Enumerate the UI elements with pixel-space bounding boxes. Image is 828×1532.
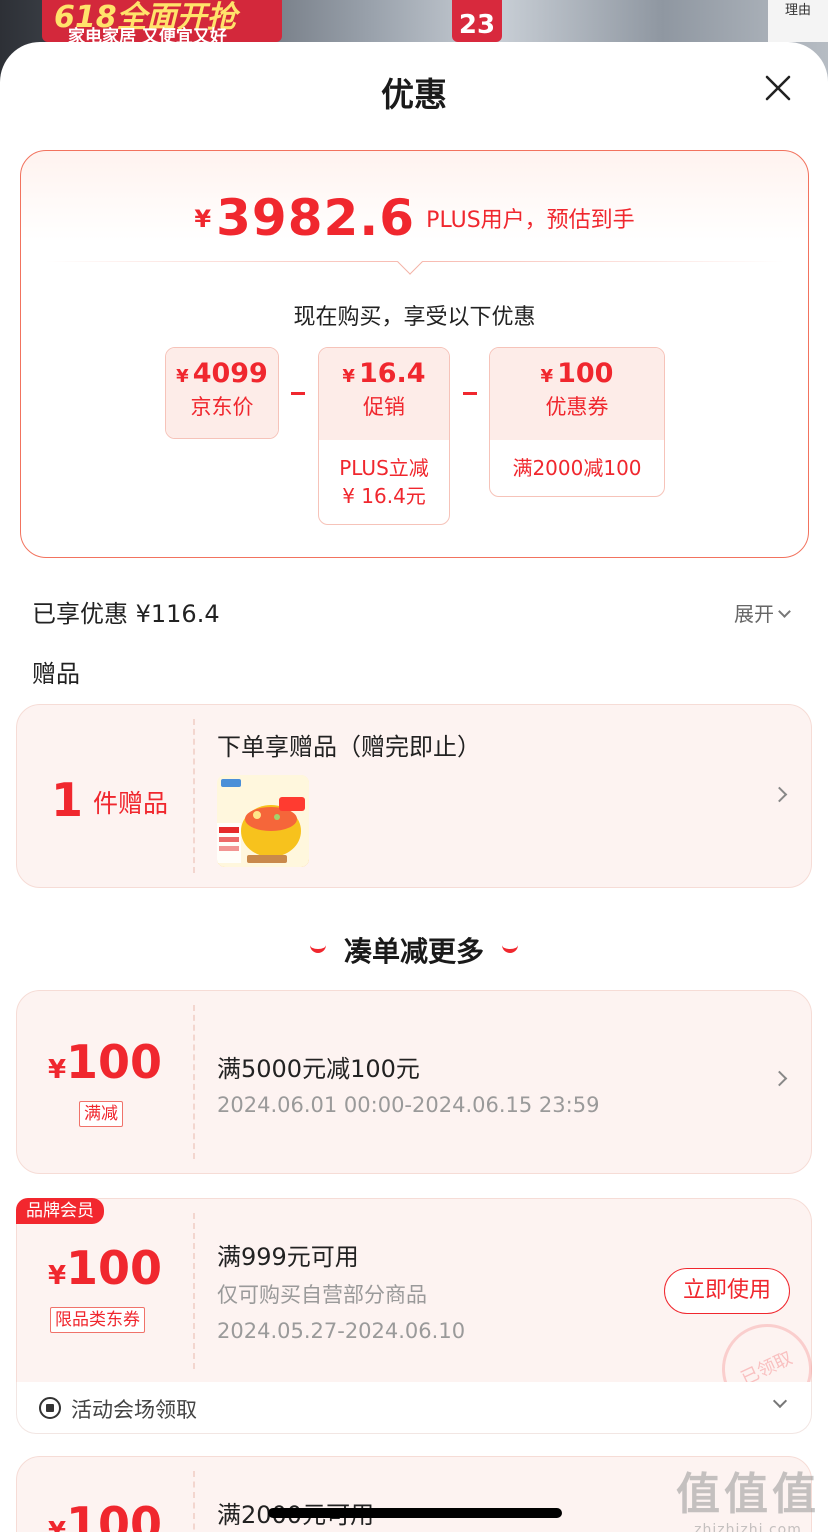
chip-value: 16.4: [358, 358, 426, 389]
gift-heading: 赠品: [32, 660, 80, 688]
close-icon: [765, 75, 791, 101]
price-note: PLUS用户，预估到手: [426, 208, 635, 233]
estimated-price: ¥ 3982.6 PLUS用户，预估到手: [21, 189, 808, 247]
chip-value: 100: [557, 358, 614, 389]
chip-label: 促销: [363, 395, 405, 419]
card-separator: [193, 719, 195, 873]
currency-symbol: ¥: [194, 205, 212, 233]
price-summary-card: ¥ 3982.6 PLUS用户，预估到手 现在购买，享受以下优惠 ¥4099 京…: [20, 150, 809, 558]
watermark: 值值值 zhizhizhi.com: [676, 1469, 820, 1532]
coupon-value: ¥100: [47, 1035, 163, 1089]
card-separator: [193, 1213, 195, 1369]
chip-coupon: ¥100 优惠券 满2000减100: [489, 347, 665, 497]
coupon-validity: 2024.06.01 00:00-2024.06.15 23:59: [217, 1093, 600, 1117]
sheet-header: 优惠: [0, 42, 828, 138]
card-separator: [193, 1005, 195, 1159]
brand-member-tag: 品牌会员: [16, 1198, 104, 1224]
price-amount: 3982.6: [216, 189, 416, 247]
enjoyed-discount: 已享优惠 ¥116.4: [32, 600, 220, 628]
side-label: 理由: [768, 0, 828, 42]
coupon-scope: 仅可购买自营部分商品: [217, 1283, 427, 1307]
chip-label: 优惠券: [545, 395, 609, 419]
promo-badge: 23: [452, 0, 502, 42]
gift-count: 1 件赠品: [51, 773, 169, 827]
chip-jd-price: ¥4099 京东价: [165, 347, 279, 439]
discount-sheet: 优惠 ¥ 3982.6 PLUS用户，预估到手 现在购买，享受以下优惠 ¥409…: [0, 42, 828, 1532]
decoration-right: [502, 945, 518, 953]
coupon-value: ¥100: [47, 1497, 163, 1532]
chip-detail: PLUS立减 ¥ 16.4元: [339, 456, 429, 508]
card-separator: [193, 1471, 195, 1532]
venue-claim-text: 活动会场领取: [71, 1398, 197, 1422]
use-now-button[interactable]: 立即使用: [664, 1268, 790, 1314]
coupon-type-badge: 满减: [79, 1101, 123, 1127]
more-discount-heading: 凑单减更多: [0, 930, 828, 970]
decoration-left: [309, 945, 326, 953]
chip-label: 京东价: [190, 395, 254, 419]
coupon-validity: 2024.05.27-2024.06.10: [217, 1319, 466, 1343]
venue-claim-row[interactable]: 活动会场领取: [16, 1382, 812, 1434]
chevron-right-icon: [771, 1070, 788, 1087]
chip-detail: 满2000减100: [512, 456, 642, 480]
chevron-right-icon: [771, 786, 788, 803]
chevron-down-icon: [772, 1393, 788, 1409]
discount-caption: 现在购买，享受以下优惠: [293, 305, 536, 330]
close-button[interactable]: [760, 70, 796, 106]
promo-banner: 618全面开抢 家电家居 又便宜又好: [42, 0, 282, 47]
chip-value: 4099: [192, 358, 268, 389]
coupon-title: 满5000元减100元: [217, 1055, 420, 1083]
coupon-value: ¥100: [47, 1241, 163, 1295]
home-indicator: [268, 1508, 562, 1518]
coupon-type-badge: 限品类东券: [50, 1307, 145, 1333]
expand-button[interactable]: 展开: [734, 598, 791, 627]
gift-card[interactable]: 1 件赠品 下单享赠品（赠完即止）: [16, 704, 812, 888]
minus-sign: [463, 392, 477, 395]
venue-icon: [39, 1397, 61, 1419]
coupon-title: 满999元可用: [217, 1243, 359, 1271]
gift-product-image[interactable]: [217, 775, 309, 867]
product-thumbnail-icon: [217, 775, 309, 867]
minus-sign: [291, 392, 305, 395]
divider-notch: [397, 249, 423, 275]
chip-promotion: ¥16.4 促销 PLUS立减 ¥ 16.4元: [318, 347, 450, 525]
gift-title: 下单享赠品（赠完即止）: [217, 733, 481, 761]
chevron-down-icon: [778, 605, 791, 618]
sheet-title: 优惠: [381, 75, 447, 114]
coupon-card[interactable]: ¥100 满减 满5000元减100元 2024.06.01 00:00-202…: [16, 990, 812, 1174]
